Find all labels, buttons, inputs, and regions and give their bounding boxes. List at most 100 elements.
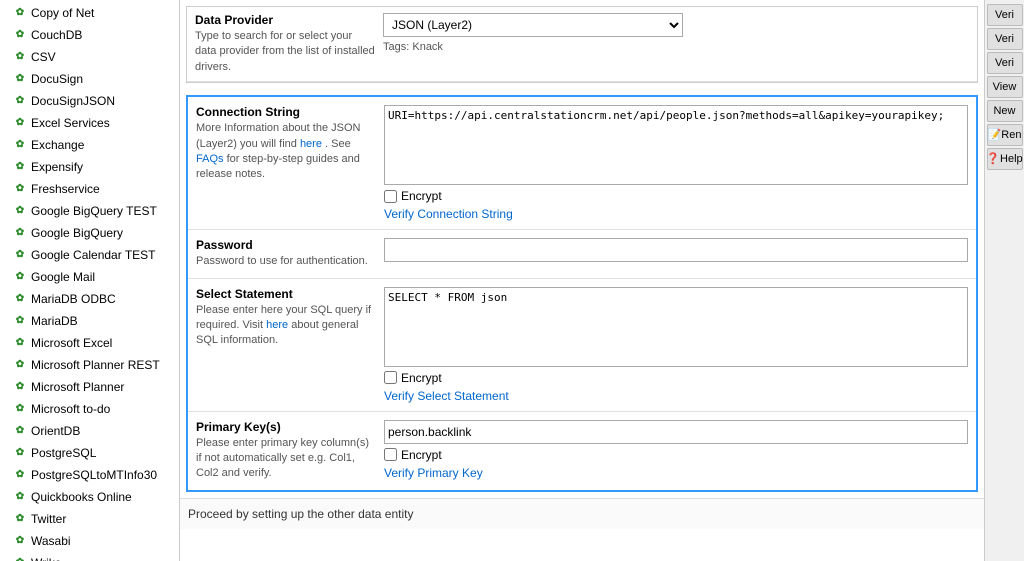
provider-select[interactable]: JSON (Layer2) CSV SQL REST <box>383 13 683 37</box>
sidebar-item-freshservice[interactable]: ✿ Freshservice <box>0 178 179 200</box>
select-statement-input[interactable] <box>384 287 968 367</box>
sidebar-item-label: Wrike <box>31 554 61 561</box>
sidebar-item-label: Copy of Net <box>31 4 94 22</box>
help-icon: ❓ <box>986 152 1000 166</box>
sidebar-item-docusign[interactable]: ✿ DocuSign <box>0 68 179 90</box>
sidebar-item-postgresql[interactable]: ✿ PostgreSQL <box>0 442 179 464</box>
sidebar-item-label: MariaDB <box>31 312 78 330</box>
item-icon: ✿ <box>12 511 28 527</box>
sidebar-item-excel-services[interactable]: ✿ Excel Services <box>0 112 179 134</box>
rename-btn[interactable]: 📝 Ren <box>987 124 1023 146</box>
here-link[interactable]: here <box>300 138 322 150</box>
verify-connection-link[interactable]: Verify Connection String <box>384 207 968 221</box>
item-icon: ✿ <box>12 137 28 153</box>
pk-encrypt-checkbox[interactable] <box>384 448 397 461</box>
password-label: Password Password to use for authenticat… <box>196 238 376 269</box>
tags-line: Tags: Knack <box>383 41 969 53</box>
data-provider-control: JSON (Layer2) CSV SQL REST Tags: Knack <box>383 13 969 53</box>
select-encrypt-label: Encrypt <box>401 371 442 385</box>
item-icon: ✿ <box>12 49 28 65</box>
item-icon: ✿ <box>12 335 28 351</box>
sidebar-item-label: Google Mail <box>31 268 95 286</box>
sidebar-item-label: DocuSign <box>31 70 83 88</box>
encrypt-checkbox[interactable] <box>384 190 397 203</box>
item-icon: ✿ <box>12 401 28 417</box>
connection-string-input[interactable] <box>384 105 968 185</box>
sidebar-item-quickbooks-online[interactable]: ✿ Quickbooks Online <box>0 486 179 508</box>
sidebar-item-label: PostgreSQL <box>31 444 96 462</box>
item-icon: ✿ <box>12 203 28 219</box>
item-icon: ✿ <box>12 115 28 131</box>
password-input[interactable] <box>384 238 968 262</box>
sidebar-item-microsoft-planner[interactable]: ✿ Microsoft Planner <box>0 376 179 398</box>
help-btn[interactable]: ❓ Help <box>987 148 1023 170</box>
verify-btn-1[interactable]: Veri <box>987 4 1023 26</box>
connection-string-control: Encrypt Verify Connection String <box>384 105 968 221</box>
item-icon: ✿ <box>12 269 28 285</box>
item-icon: ✿ <box>12 445 28 461</box>
sidebar-item-microsoft-excel[interactable]: ✿ Microsoft Excel <box>0 332 179 354</box>
sidebar-item-label: Google BigQuery TEST <box>31 202 157 220</box>
item-icon: ✿ <box>12 291 28 307</box>
verify-btn-2[interactable]: Veri <box>987 28 1023 50</box>
sidebar-item-mariadb[interactable]: ✿ MariaDB <box>0 310 179 332</box>
help-label: Help <box>1000 152 1023 166</box>
sidebar-item-expensify[interactable]: ✿ Expensify <box>0 156 179 178</box>
sidebar-item-label: Excel Services <box>31 114 110 132</box>
sidebar-item-label: MariaDB ODBC <box>31 290 116 308</box>
select-encrypt-row: Encrypt <box>384 371 968 385</box>
password-row: Password Password to use for authenticat… <box>188 230 976 278</box>
connection-section: Connection String More Information about… <box>186 95 978 492</box>
sidebar-item-microsoft-to-do[interactable]: ✿ Microsoft to-do <box>0 398 179 420</box>
primary-keys-control: Encrypt Verify Primary Key <box>384 420 968 480</box>
sidebar-item-twitter[interactable]: ✿ Twitter <box>0 508 179 530</box>
password-control <box>384 238 968 262</box>
sidebar-item-google-bigquery-test[interactable]: ✿ Google BigQuery TEST <box>0 200 179 222</box>
sidebar-item-label: Microsoft to-do <box>31 400 110 418</box>
sidebar-item-wrike[interactable]: ✿ Wrike <box>0 552 179 561</box>
sidebar-item-microsoft-planner-rest[interactable]: ✿ Microsoft Planner REST <box>0 354 179 376</box>
verify-pk-link[interactable]: Verify Primary Key <box>384 466 968 480</box>
data-provider-label: Data Provider Type to search for or sele… <box>195 13 375 75</box>
sidebar-item-wasabi[interactable]: ✿ Wasabi <box>0 530 179 552</box>
bottom-bar-text: Proceed by setting up the other data ent… <box>188 507 413 521</box>
new-btn[interactable]: New <box>987 100 1023 122</box>
sidebar-item-google-mail[interactable]: ✿ Google Mail <box>0 266 179 288</box>
select-statement-label: Select Statement Please enter here your … <box>196 287 376 349</box>
select-here-link[interactable]: here <box>266 319 288 331</box>
verify-btn-3[interactable]: Veri <box>987 52 1023 74</box>
sidebar-item-csv[interactable]: ✿ CSV <box>0 46 179 68</box>
select-encrypt-checkbox[interactable] <box>384 371 397 384</box>
sidebar-item-google-calendar-test[interactable]: ✿ Google Calendar TEST <box>0 244 179 266</box>
sidebar-item-label: Twitter <box>31 510 66 528</box>
verify-select-link[interactable]: Verify Select Statement <box>384 389 968 403</box>
sidebar-item-postgresqlto-mtinfo30[interactable]: ✿ PostgreSQLtoMTInfo30 <box>0 464 179 486</box>
sidebar-item-exchange[interactable]: ✿ Exchange <box>0 134 179 156</box>
sidebar-item-label: Microsoft Planner REST <box>31 356 160 374</box>
sidebar-item-label: Expensify <box>31 158 83 176</box>
sidebar-item-label: Microsoft Excel <box>31 334 112 352</box>
sidebar-item-google-bigquery[interactable]: ✿ Google BigQuery <box>0 222 179 244</box>
pk-encrypt-label: Encrypt <box>401 448 442 462</box>
view-btn[interactable]: View <box>987 76 1023 98</box>
faqs-link[interactable]: FAQs <box>196 153 224 165</box>
sidebar-item-mariadb-odbc[interactable]: ✿ MariaDB ODBC <box>0 288 179 310</box>
sidebar-item-label: CouchDB <box>31 26 82 44</box>
main-content: Data Provider Type to search for or sele… <box>180 0 984 561</box>
item-icon: ✿ <box>12 423 28 439</box>
sidebar-item-orientdb[interactable]: ✿ OrientDB <box>0 420 179 442</box>
item-icon: ✿ <box>12 489 28 505</box>
connection-string-row: Connection String More Information about… <box>188 97 976 230</box>
sidebar-item-couchdb[interactable]: ✿ CouchDB <box>0 24 179 46</box>
item-icon: ✿ <box>12 27 28 43</box>
sidebar-item-label: Google BigQuery <box>31 224 123 242</box>
sidebar-item-label: Microsoft Planner <box>31 378 124 396</box>
sidebar-item-copy-of-net[interactable]: ✿ Copy of Net <box>0 2 179 24</box>
primary-key-input[interactable] <box>384 420 968 444</box>
bottom-bar: Proceed by setting up the other data ent… <box>180 498 984 529</box>
item-icon: ✿ <box>12 357 28 373</box>
item-icon: ✿ <box>12 533 28 549</box>
sidebar-item-docusignjson[interactable]: ✿ DocuSignJSON <box>0 90 179 112</box>
item-icon: ✿ <box>12 247 28 263</box>
right-panel: Veri Veri Veri View New 📝 Ren ❓ Help <box>984 0 1024 561</box>
